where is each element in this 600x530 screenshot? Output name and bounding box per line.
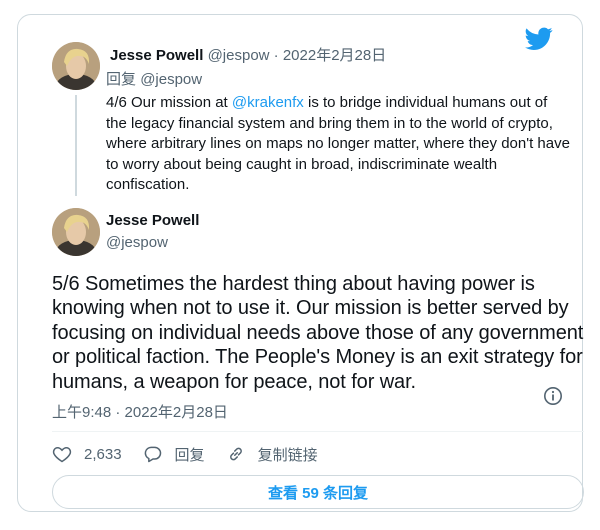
copy-link-label: 复制链接 bbox=[257, 446, 318, 464]
divider bbox=[52, 431, 584, 432]
reply-button[interactable]: 回复 bbox=[143, 444, 205, 465]
reply-to-label: 回复 bbox=[106, 71, 137, 88]
reply-tweet-text: 4/6 Our mission at @krakenfx is to bridg… bbox=[106, 93, 571, 196]
tweet-embed-card: Jesse Powell @jespow · 2022年2月28日 回复 @je… bbox=[17, 14, 584, 512]
main-tweet-text: 5/6 Sometimes the hardest thing about ha… bbox=[52, 273, 584, 393]
replying-to: 回复 @jespow bbox=[106, 68, 202, 89]
twitter-bird-icon[interactable] bbox=[525, 27, 553, 51]
avatar[interactable] bbox=[52, 208, 100, 256]
reply-label: 回复 bbox=[174, 446, 205, 464]
author-name[interactable]: Jesse Powell bbox=[106, 212, 199, 229]
like-button[interactable]: 2,633 bbox=[52, 444, 122, 464]
reply-text-part: 4/6 Our mission at bbox=[106, 94, 232, 111]
author-name[interactable]: Jesse Powell bbox=[110, 47, 203, 64]
mention-link[interactable]: @krakenfx bbox=[232, 94, 304, 111]
heart-icon bbox=[52, 446, 72, 463]
info-icon[interactable] bbox=[543, 386, 563, 406]
copy-link-button[interactable]: 复制链接 bbox=[226, 444, 318, 465]
author-handle[interactable]: @jespow bbox=[208, 47, 270, 64]
action-bar: 2,633 回复 复制链接 bbox=[52, 443, 339, 465]
author-handle[interactable]: @jespow bbox=[106, 234, 168, 251]
like-count: 2,633 bbox=[84, 445, 122, 463]
view-replies-button[interactable]: 查看 59 条回复 bbox=[52, 475, 584, 509]
tweet-date[interactable]: 2022年2月28日 bbox=[283, 47, 386, 64]
tweet-timestamp[interactable]: 上午9:48 · 2022年2月28日 bbox=[52, 401, 228, 422]
avatar[interactable] bbox=[52, 42, 100, 90]
reply-author-line: Jesse Powell @jespow · 2022年2月28日 bbox=[110, 44, 386, 65]
reply-to-handle[interactable]: @jespow bbox=[140, 71, 202, 88]
speech-bubble-icon bbox=[144, 446, 161, 463]
link-icon bbox=[229, 447, 242, 461]
separator: · bbox=[273, 47, 279, 64]
thread-connector-line bbox=[75, 95, 77, 196]
